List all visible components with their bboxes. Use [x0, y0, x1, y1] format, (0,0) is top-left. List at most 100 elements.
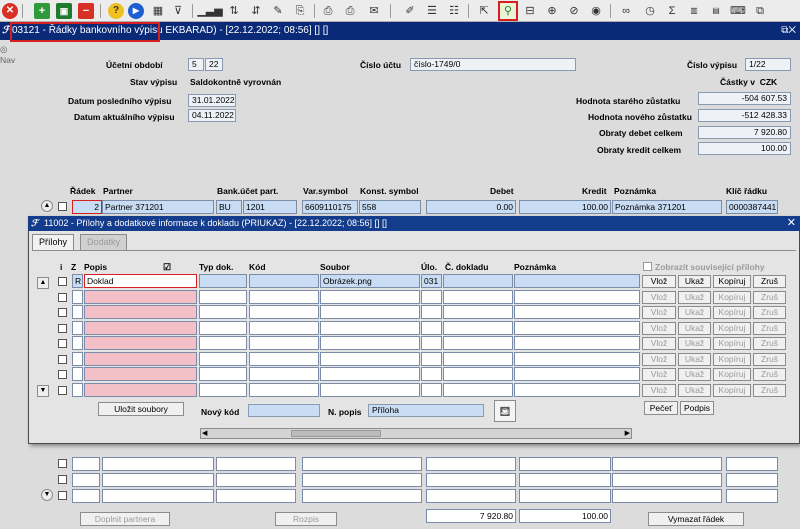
- attachment-vloz-button[interactable]: Vlož: [642, 321, 676, 335]
- empty-cell[interactable]: [726, 489, 778, 503]
- attachment-cislo-cell[interactable]: [443, 274, 513, 288]
- print-preview-icon[interactable]: ⎙: [342, 3, 358, 19]
- attachment-ukaz-button[interactable]: Ukaž: [678, 383, 711, 397]
- attachment-kod-cell[interactable]: [249, 320, 319, 335]
- attachment-row-checkbox[interactable]: [58, 292, 67, 302]
- attachment-ukaz-button[interactable]: Ukaž: [678, 368, 711, 381]
- attachment-typ-cell[interactable]: [199, 289, 247, 304]
- attachment-kopiruj-button[interactable]: Kopíruj: [713, 275, 751, 288]
- attachment-typ-cell[interactable]: [199, 367, 247, 381]
- attachment-ulo-cell[interactable]: [421, 336, 442, 350]
- attachment-typ-cell[interactable]: [199, 274, 247, 288]
- attachment-poznamka-cell[interactable]: [514, 320, 640, 335]
- empty-cell[interactable]: [72, 457, 100, 471]
- attachment-zrus-button[interactable]: Zruš: [753, 275, 786, 288]
- attachment-ulo-cell[interactable]: [421, 382, 442, 397]
- attachment-soubor-cell[interactable]: [320, 305, 420, 319]
- attachment-cislo-cell[interactable]: [443, 382, 513, 397]
- obraty-debet-field[interactable]: 7 920.80: [698, 126, 791, 139]
- dialog-scroll-up-icon[interactable]: ▲: [37, 277, 49, 289]
- attachment-kod-cell[interactable]: [249, 382, 319, 397]
- attachment-vloz-button[interactable]: Vlož: [642, 368, 676, 381]
- attachment-poznamka-cell[interactable]: [514, 351, 640, 366]
- dialog-horizontal-scrollbar[interactable]: ◀ ▶: [200, 428, 632, 439]
- attachment-row-checkbox[interactable]: [58, 277, 67, 286]
- ucetni-obdobi-month[interactable]: 5: [188, 58, 204, 71]
- empty-cell[interactable]: [519, 457, 611, 471]
- attachment-popis-cell[interactable]: [84, 320, 197, 335]
- attachment-kod-cell[interactable]: [249, 274, 319, 288]
- empty-cell[interactable]: [426, 457, 516, 471]
- attachment-kod-cell[interactable]: [249, 367, 319, 381]
- attachment-ulo-cell[interactable]: [421, 351, 442, 366]
- attachment-icon[interactable]: ⚲: [498, 1, 518, 21]
- attachment-popis-cell[interactable]: [84, 336, 197, 350]
- edit-icon[interactable]: ✐: [402, 3, 418, 19]
- cislo-uctu-field[interactable]: číslo-1749/0: [410, 58, 576, 71]
- popis-checkbox-icon[interactable]: ☑: [163, 262, 171, 273]
- attachment-zrus-button[interactable]: Zruš: [753, 321, 786, 335]
- attachment-soubor-cell[interactable]: Obrázek.png: [320, 274, 420, 288]
- empty-cell[interactable]: [426, 489, 516, 503]
- empty-cell[interactable]: [612, 489, 722, 503]
- attachment-kopiruj-button[interactable]: Kopíruj: [713, 306, 751, 319]
- empty-cell[interactable]: [302, 473, 422, 487]
- show-related-checkbox[interactable]: [643, 262, 652, 271]
- doplnit-partnera-button[interactable]: Doplnit partnera: [80, 512, 170, 526]
- attachment-row-checkbox[interactable]: [58, 385, 67, 395]
- scroll-left-icon[interactable]: ◀: [202, 429, 207, 437]
- row-bank-a[interactable]: BU: [216, 200, 242, 214]
- attachment-kopiruj-button[interactable]: Kopíruj: [713, 337, 751, 350]
- attachment-zrus-button[interactable]: Zruš: [753, 383, 786, 397]
- attachment-kod-cell[interactable]: [249, 305, 319, 319]
- attachment-vloz-button[interactable]: Vlož: [642, 275, 676, 288]
- attachment-poznamka-cell[interactable]: [514, 305, 640, 319]
- restore-icon[interactable]: ⧉✕: [781, 22, 796, 40]
- list-detail-icon[interactable]: ☷: [446, 3, 462, 19]
- attachment-typ-cell[interactable]: [199, 320, 247, 335]
- hodnota-stareho-field[interactable]: -504 607.53: [698, 92, 791, 105]
- list-icon[interactable]: ☰: [424, 3, 440, 19]
- export-icon[interactable]: ⇱: [476, 3, 492, 19]
- row-bank-b[interactable]: 1201: [243, 200, 297, 214]
- row-checkbox[interactable]: [58, 475, 67, 484]
- remove-icon[interactable]: −: [78, 3, 94, 19]
- ucetni-obdobi-year[interactable]: 22: [205, 58, 223, 71]
- row-checkbox[interactable]: [58, 459, 67, 468]
- attachment-row-checkbox[interactable]: [58, 323, 67, 333]
- attachment-ulo-cell[interactable]: 031: [421, 274, 442, 288]
- attachment-popis-cell[interactable]: Doklad: [84, 274, 197, 288]
- scroll-up-icon[interactable]: ▲: [41, 200, 53, 212]
- row-checkbox[interactable]: [58, 202, 67, 211]
- attachment-poznamka-cell[interactable]: [514, 382, 640, 397]
- bar-chart-icon[interactable]: ▁▃▅: [197, 3, 222, 19]
- empty-cell[interactable]: [302, 457, 422, 471]
- row-checkbox[interactable]: [58, 491, 67, 500]
- attachment-popis-cell[interactable]: [84, 367, 197, 381]
- attachment-z-cell[interactable]: [72, 320, 83, 335]
- attachment-vloz-button[interactable]: Vlož: [642, 352, 676, 366]
- tab-dodatky[interactable]: Dodatky: [80, 234, 128, 250]
- attachment-ulo-cell[interactable]: [421, 367, 442, 381]
- row-debet[interactable]: 0.00: [426, 200, 516, 214]
- email-icon[interactable]: ✉: [366, 3, 382, 19]
- attachment-cislo-cell[interactable]: [443, 367, 513, 381]
- attachment-typ-cell[interactable]: [199, 351, 247, 366]
- attachment-ulo-cell[interactable]: [421, 305, 442, 319]
- print-icon[interactable]: ⎙: [320, 3, 336, 19]
- attachment-zrus-button[interactable]: Zruš: [753, 368, 786, 381]
- next-icon[interactable]: ▶: [128, 3, 144, 19]
- attachment-row-checkbox[interactable]: [58, 354, 67, 364]
- empty-cell[interactable]: [726, 457, 778, 471]
- attachment-kod-cell[interactable]: [249, 336, 319, 350]
- attachment-z-cell[interactable]: R: [72, 274, 83, 288]
- attachment-zrus-button[interactable]: Zruš: [753, 337, 786, 350]
- help-icon[interactable]: ?: [108, 3, 124, 19]
- clock-icon[interactable]: ◷: [642, 3, 658, 19]
- attachment-z-cell[interactable]: [72, 336, 83, 350]
- attachment-zrus-button[interactable]: Zruš: [753, 352, 786, 366]
- attachment-typ-cell[interactable]: [199, 336, 247, 350]
- attachment-z-cell[interactable]: [72, 367, 83, 381]
- filter-icon[interactable]: ⊽: [170, 3, 186, 19]
- attachment-ukaz-button[interactable]: Ukaž: [678, 337, 711, 350]
